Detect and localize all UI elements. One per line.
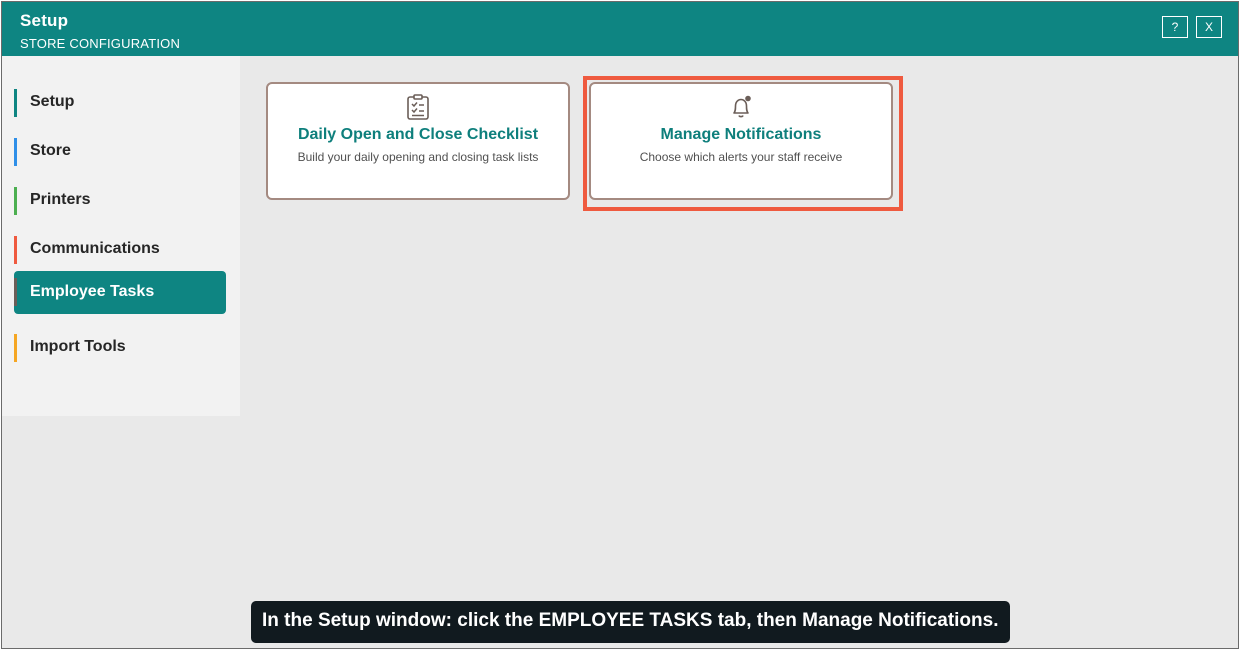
card-title: Manage Notifications	[660, 126, 822, 143]
card-title: Daily Open and Close Checklist	[297, 126, 539, 143]
sidebar-item-setup[interactable]: Setup	[14, 81, 226, 124]
instruction-caption: In the Setup window: click the EMPLOYEE …	[251, 601, 1010, 643]
daily-checklist-card[interactable]: Daily Open and Close Checklist Build you…	[266, 82, 570, 200]
setup-window: Setup STORE CONFIGURATION ? X Setup Stor…	[1, 1, 1239, 649]
help-button[interactable]: ?	[1162, 16, 1188, 38]
close-button[interactable]: X	[1196, 16, 1222, 38]
sidebar-item-store[interactable]: Store	[14, 130, 226, 173]
manage-notifications-card[interactable]: Manage Notifications Choose which alerts…	[589, 82, 893, 200]
sidebar-item-accent	[14, 334, 17, 362]
sidebar: Setup Store Printers Communications Empl…	[2, 56, 240, 416]
sidebar-item-label: Import Tools	[30, 338, 126, 355]
sidebar-item-label: Communications	[30, 240, 160, 257]
sidebar-item-printers[interactable]: Printers	[14, 179, 226, 222]
main-content: Daily Open and Close Checklist Build you…	[240, 56, 1238, 648]
sidebar-item-label: Printers	[30, 191, 91, 208]
sidebar-item-accent	[14, 278, 17, 306]
sidebar-item-label: Setup	[30, 93, 75, 110]
sidebar-item-employee-tasks[interactable]: Employee Tasks	[14, 271, 226, 314]
sidebar-item-accent	[14, 89, 17, 117]
bell-notification-icon	[733, 95, 751, 118]
title-bar: Setup STORE CONFIGURATION ? X	[2, 2, 1238, 56]
window-subtitle: STORE CONFIGURATION	[20, 36, 181, 51]
sidebar-item-accent	[14, 138, 17, 166]
sidebar-item-label: Employee Tasks	[30, 283, 155, 300]
card-description: Choose which alerts your staff receive	[639, 150, 843, 164]
sidebar-item-accent	[14, 236, 17, 264]
sidebar-item-communications[interactable]: Communications	[14, 228, 226, 271]
window-title: Setup	[20, 11, 69, 30]
card-description: Build your daily opening and closing tas…	[297, 150, 539, 164]
clipboard-checklist-icon	[407, 94, 429, 120]
sidebar-item-accent	[14, 187, 17, 215]
sidebar-item-import-tools[interactable]: Import Tools	[14, 326, 226, 369]
sidebar-item-label: Store	[30, 142, 71, 159]
